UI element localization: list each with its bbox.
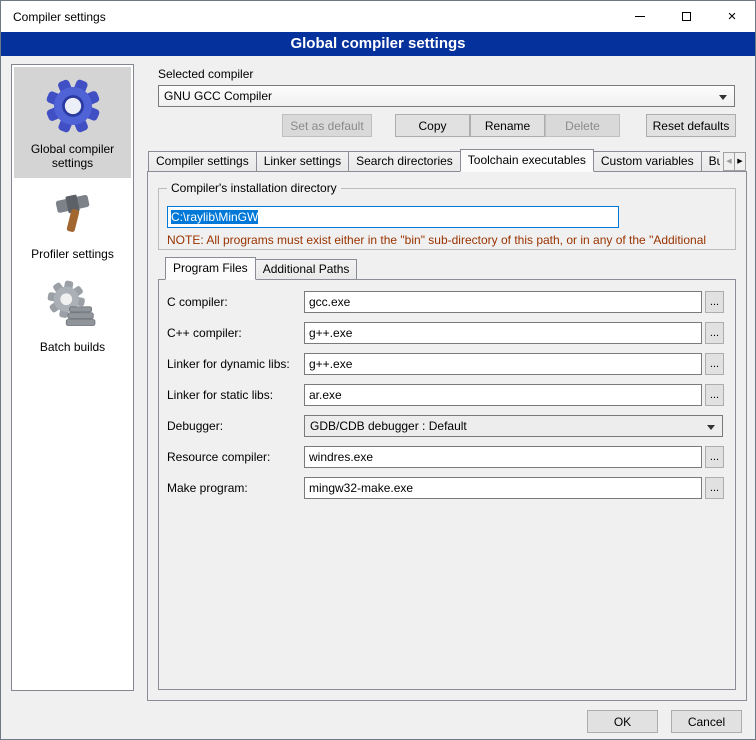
subtab-program-files[interactable]: Program Files xyxy=(165,257,256,280)
set-as-default-button[interactable]: Set as default xyxy=(282,114,372,137)
selected-compiler-dropdown[interactable]: GNU GCC Compiler xyxy=(158,85,735,107)
minimize-icon xyxy=(635,16,645,17)
note-text: NOTE: All programs must exist either in … xyxy=(167,233,744,247)
field-label: Linker for dynamic libs: xyxy=(167,357,290,371)
profiler-icon xyxy=(47,188,99,240)
field-value: GDB/CDB debugger : Default xyxy=(310,419,467,433)
field-row-cpp-compiler: C++ compiler: g++.exe ... xyxy=(1,322,755,344)
cpp-compiler-browse-button[interactable]: ... xyxy=(705,322,724,344)
maximize-icon xyxy=(682,12,691,21)
selected-compiler-value: GNU GCC Compiler xyxy=(164,89,272,103)
rename-button[interactable]: Rename xyxy=(470,114,545,137)
delete-button[interactable]: Delete xyxy=(545,114,620,137)
static-linker-browse-button[interactable]: ... xyxy=(705,384,724,406)
sidebar-item-global-compiler-settings[interactable]: Global compiler settings xyxy=(14,67,131,178)
compiler-gear-icon xyxy=(44,77,102,135)
reset-defaults-button[interactable]: Reset defaults xyxy=(646,114,736,137)
installation-directory-value: C:\raylib\MinGW xyxy=(171,210,258,224)
field-label: C++ compiler: xyxy=(167,326,242,340)
field-row-dynamic-linker: Linker for dynamic libs: g++.exe ... xyxy=(1,353,755,375)
field-label: Linker for static libs: xyxy=(167,388,273,402)
cancel-button[interactable]: Cancel xyxy=(671,710,742,733)
chevron-down-icon xyxy=(719,95,727,100)
chevron-down-icon xyxy=(707,425,715,430)
group-title: Compiler's installation directory xyxy=(167,181,341,195)
sidebar-item-batch-builds[interactable]: Batch builds xyxy=(14,269,131,362)
close-button[interactable]: × xyxy=(709,1,755,32)
tab-strip: Compiler settings Linker settings Search… xyxy=(148,149,720,172)
subtab-additional-paths[interactable]: Additional Paths xyxy=(255,259,358,280)
field-value: gcc.exe xyxy=(309,295,350,309)
field-value: ar.exe xyxy=(309,388,342,402)
maximize-button[interactable] xyxy=(663,1,709,32)
tab-toolchain-executables[interactable]: Toolchain executables xyxy=(460,149,594,172)
installation-directory-input[interactable]: C:\raylib\MinGW xyxy=(167,206,619,228)
field-label: C compiler: xyxy=(167,295,228,309)
sidebar-item-profiler-settings[interactable]: Profiler settings xyxy=(14,178,131,269)
window-controls: × xyxy=(617,1,755,32)
c-compiler-input[interactable]: gcc.exe xyxy=(304,291,702,313)
static-linker-input[interactable]: ar.exe xyxy=(304,384,702,406)
field-label: Resource compiler: xyxy=(167,450,270,464)
field-value: g++.exe xyxy=(309,357,352,371)
field-label: Make program: xyxy=(167,481,248,495)
field-value: mingw32-make.exe xyxy=(309,481,413,495)
field-value: windres.exe xyxy=(309,450,373,464)
field-label: Debugger: xyxy=(167,419,223,433)
field-row-resource-compiler: Resource compiler: windres.exe ... xyxy=(1,446,755,468)
sidebar-item-label: Global compiler settings xyxy=(16,142,129,170)
page-title: Global compiler settings xyxy=(1,32,755,56)
make-program-browse-button[interactable]: ... xyxy=(705,477,724,499)
cpp-compiler-input[interactable]: g++.exe xyxy=(304,322,702,344)
tab-compiler-settings[interactable]: Compiler settings xyxy=(148,151,257,172)
tab-scroll-right-button[interactable]: ▶ xyxy=(734,152,746,171)
sidebar-item-label: Profiler settings xyxy=(31,247,114,261)
tab-build-options[interactable]: Buil xyxy=(701,151,720,172)
tab-search-directories[interactable]: Search directories xyxy=(348,151,461,172)
field-value: g++.exe xyxy=(309,326,352,340)
dynamic-linker-input[interactable]: g++.exe xyxy=(304,353,702,375)
debugger-select[interactable]: GDB/CDB debugger : Default xyxy=(304,415,723,437)
c-compiler-browse-button[interactable]: ... xyxy=(705,291,724,313)
settings-category-sidebar: Global compiler settings Profiler settin… xyxy=(11,64,134,691)
copy-button[interactable]: Copy xyxy=(395,114,470,137)
field-row-static-linker: Linker for static libs: ar.exe ... xyxy=(1,384,755,406)
ok-button[interactable]: OK xyxy=(587,710,658,733)
close-icon: × xyxy=(728,9,737,24)
field-row-make-program: Make program: mingw32-make.exe ... xyxy=(1,477,755,499)
make-program-input[interactable]: mingw32-make.exe xyxy=(304,477,702,499)
resource-compiler-input[interactable]: windres.exe xyxy=(304,446,702,468)
tab-linker-settings[interactable]: Linker settings xyxy=(256,151,349,172)
dynamic-linker-browse-button[interactable]: ... xyxy=(705,353,724,375)
resource-compiler-browse-button[interactable]: ... xyxy=(705,446,724,468)
field-row-debugger: Debugger: GDB/CDB debugger : Default xyxy=(1,415,755,437)
field-row-c-compiler: C compiler: gcc.exe ... xyxy=(1,291,755,313)
compiler-settings-window: Compiler settings × Global compiler sett… xyxy=(0,0,756,740)
subtab-strip: Program Files Additional Paths xyxy=(165,257,356,280)
minimize-button[interactable] xyxy=(617,1,663,32)
selected-compiler-label: Selected compiler xyxy=(158,67,253,81)
titlebar: Compiler settings × xyxy=(1,1,755,32)
tab-custom-variables[interactable]: Custom variables xyxy=(593,151,702,172)
window-title: Compiler settings xyxy=(1,10,617,24)
